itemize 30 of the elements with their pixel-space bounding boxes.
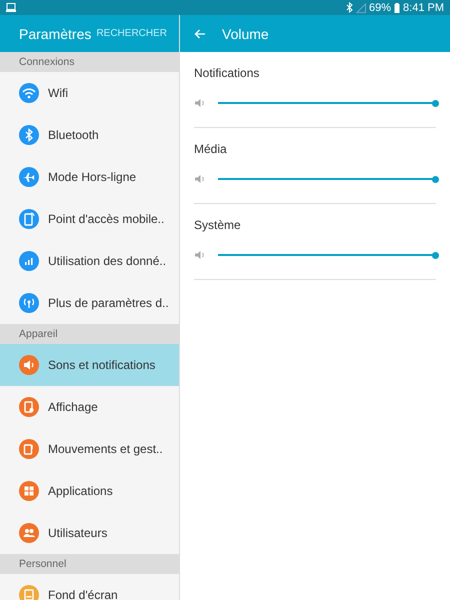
battery-percent: 69% (369, 2, 392, 14)
page-title: Volume (222, 26, 269, 42)
volume-label: Système (194, 218, 242, 232)
settings-item[interactable]: Mouvements et gest.. (0, 428, 179, 470)
clock: 8:41 PM (403, 2, 444, 14)
settings-item[interactable]: Affichage (0, 386, 179, 428)
settings-item[interactable]: Wifi (0, 72, 179, 114)
signal-icon (356, 2, 366, 12)
speaker-icon (194, 174, 206, 184)
section-header: Appareil (0, 324, 179, 344)
settings-item[interactable]: Fond d'écran (0, 574, 179, 600)
settings-item[interactable]: Utilisateurs (0, 512, 179, 554)
settings-item[interactable]: Utilisation des donné.. (0, 240, 179, 282)
screenshot-icon (6, 3, 16, 12)
settings-item[interactable]: Point d'accès mobile.. (0, 198, 179, 240)
section-header: Personnel (0, 554, 179, 574)
volume-label: Média (194, 142, 228, 156)
bluetooth-icon (346, 2, 353, 13)
sidebar-title: Paramètres (19, 26, 92, 42)
section-header: Connexions (0, 52, 179, 72)
settings-item[interactable]: Applications (0, 470, 179, 512)
battery-icon (394, 2, 400, 12)
settings-item[interactable]: Plus de paramètres d.. (0, 282, 179, 324)
speaker-icon (194, 250, 206, 260)
back-icon[interactable] (194, 28, 206, 38)
settings-item[interactable]: Mode Hors-ligne (0, 156, 179, 198)
settings-item[interactable]: Sons et notifications (0, 344, 179, 386)
volume-label: Notifications (194, 66, 260, 80)
speaker-icon (194, 98, 206, 108)
settings-item[interactable]: Bluetooth (0, 114, 179, 156)
